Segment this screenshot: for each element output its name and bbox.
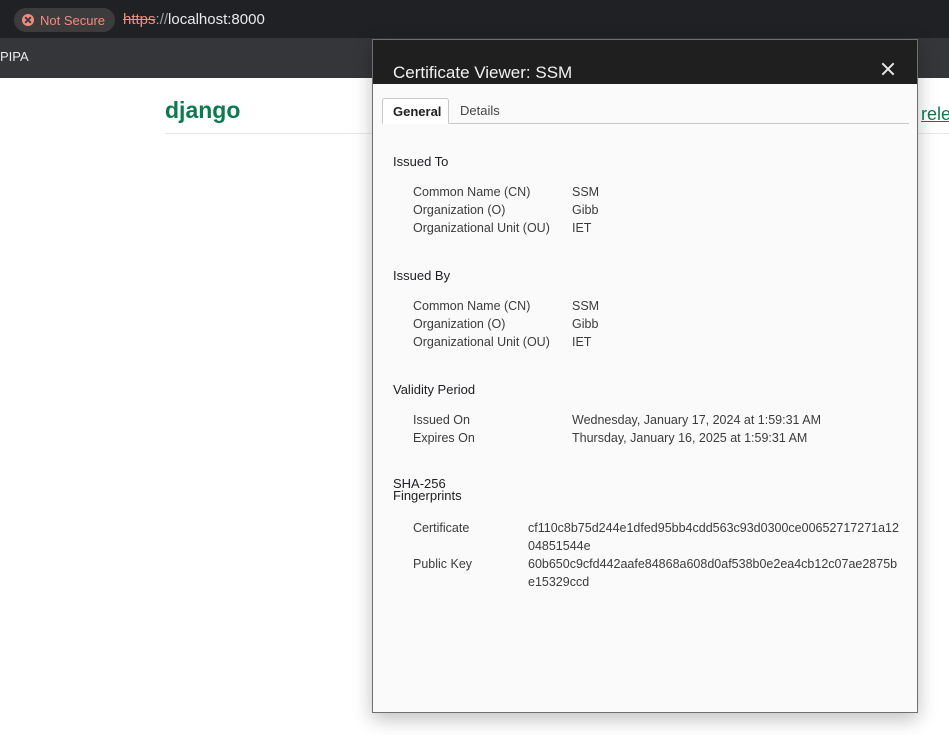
tab-details[interactable]: Details [450, 98, 510, 124]
public-key-fingerprint-label: Public Key [413, 557, 473, 571]
dialog-title: Certificate Viewer: SSM [393, 63, 573, 82]
not-secure-icon [22, 14, 34, 26]
release-notes-link[interactable]: rele [921, 104, 949, 125]
issued-by-ou-value: IET [572, 335, 592, 349]
certificate-fingerprint-label: Certificate [413, 521, 470, 535]
close-icon[interactable] [881, 62, 895, 76]
section-fingerprints: SHA-256 Fingerprints [393, 477, 513, 503]
issued-by-ou-label: Organizational Unit (OU) [413, 335, 550, 349]
security-label: Not Secure [40, 12, 106, 28]
certificate-fingerprint-value: cf110c8b75d244e1dfed95bb4cdd563c93d0300c… [528, 521, 899, 553]
issued-to-o-label: Organization (O) [413, 203, 506, 217]
url-separator: :// [155, 11, 169, 28]
issued-to-cn-label: Common Name (CN) [413, 185, 531, 199]
security-indicator-button[interactable]: Not Secure [14, 8, 116, 32]
issued-on-label: Issued On [413, 413, 470, 427]
issued-to-ou-value: IET [572, 221, 592, 235]
url-host: localhost:8000 [168, 11, 265, 28]
tab-bar: General Details [382, 98, 909, 124]
fingerprints-title-line2: Fingerprints [393, 488, 462, 503]
tab-general[interactable]: General [382, 98, 449, 124]
dialog-header: Certificate Viewer: SSM [373, 40, 917, 84]
issued-by-cn-value: SSM [572, 299, 600, 313]
certificate-viewer-dialog: Certificate Viewer: SSM General Details … [372, 39, 918, 713]
expires-on-label: Expires On [413, 431, 475, 445]
issued-by-o-label: Organization (O) [413, 317, 506, 331]
section-validity-period: Validity Period [393, 382, 476, 397]
public-key-fingerprint-value: 60b650c9cfd442aafe84868a608d0af538b0e2ea… [528, 557, 898, 589]
issued-by-cn-label: Common Name (CN) [413, 299, 531, 313]
section-issued-by: Issued By [393, 268, 451, 283]
url-field[interactable]: https://localhost:8000 [123, 11, 265, 28]
issued-by-o-value: Gibb [572, 317, 599, 331]
issued-on-value: Wednesday, January 17, 2024 at 1:59:31 A… [572, 413, 822, 427]
section-issued-to: Issued To [393, 154, 449, 169]
url-scheme: https [123, 11, 156, 28]
issued-to-cn-value: SSM [572, 185, 600, 199]
expires-on-value: Thursday, January 16, 2025 at 1:59:31 AM [572, 431, 808, 445]
bookmark-pipa[interactable]: PIPA [0, 49, 29, 64]
django-logo[interactable]: django [165, 97, 240, 124]
issued-to-ou-label: Organizational Unit (OU) [413, 221, 550, 235]
issued-to-o-value: Gibb [572, 203, 599, 217]
address-bar: Not Secure https://localhost:8000 [0, 0, 949, 38]
